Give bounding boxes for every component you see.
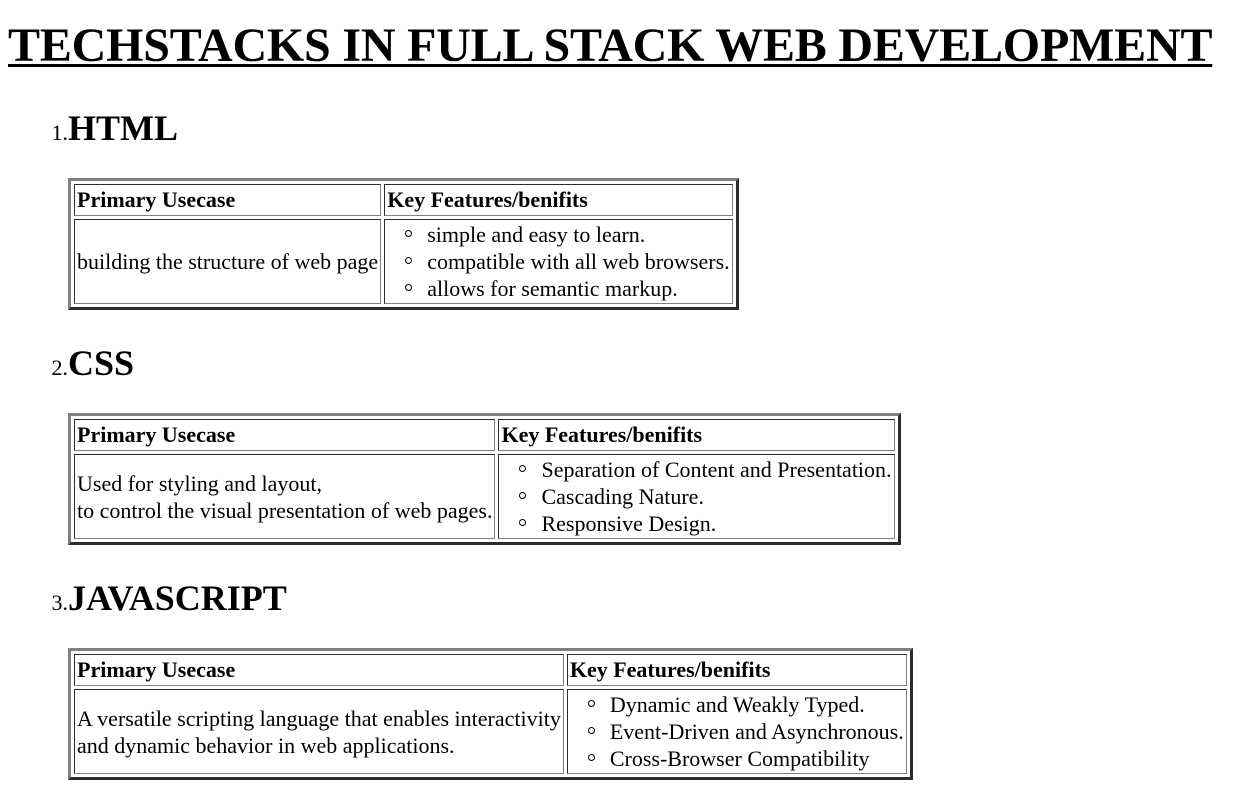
list-item: Cross-Browser Compatibility (587, 745, 904, 772)
circle-bullet-icon (519, 492, 527, 499)
section-heading: 1. HTML (40, 108, 179, 148)
list-item: Separation of Content and Presentation. (519, 456, 892, 483)
feature-text: Event-Driven and Asynchronous. (609, 719, 904, 744)
section-title: JAVASCRIPT (68, 578, 287, 618)
circle-bullet-icon (587, 754, 595, 761)
section-title: CSS (68, 343, 135, 383)
html-table: Primary Usecase Key Features/benifits bu… (68, 178, 739, 310)
list-item: Responsive Design. (519, 510, 891, 537)
circle-bullet-icon (519, 465, 527, 472)
list-number: 3. (51, 590, 69, 615)
list-number: 2. (51, 355, 69, 380)
list-item: Dynamic and Weakly Typed. (587, 691, 904, 718)
table-row: building the structure of web page simpl… (74, 219, 733, 304)
feature-text: Responsive Design. (541, 511, 717, 536)
section-javascript: 3. JAVASCRIPT (40, 580, 287, 616)
list-item: compatible with all web browsers. (405, 248, 730, 275)
header-primary-usecase: Primary Usecase (74, 654, 564, 686)
usecase-line: building the structure of web page (77, 249, 379, 274)
usecase-cell: building the structure of web page (74, 219, 382, 304)
features-list: simple and easy to learn. compatible wit… (387, 221, 730, 302)
circle-bullet-icon (587, 727, 595, 734)
header-key-features: Key Features/benifits (566, 654, 907, 686)
page-title: TECHSTACKS IN FULL STACK WEB DEVELOPMENT (8, 19, 1213, 72)
circle-bullet-icon (587, 700, 595, 707)
circle-bullet-icon (519, 519, 527, 526)
section-heading: 3. JAVASCRIPT (40, 580, 287, 616)
section-html: 1. HTML (40, 108, 179, 148)
feature-text: Dynamic and Weakly Typed. (609, 692, 865, 717)
features-cell: Dynamic and Weakly Typed. Event-Driven a… (566, 689, 907, 774)
feature-text: allows for semantic markup. (427, 276, 678, 301)
circle-bullet-icon (405, 230, 413, 237)
usecase-cell: A versatile scripting language that enab… (74, 689, 564, 774)
usecase-cell: Used for styling and layout, to control … (74, 454, 496, 539)
header-key-features: Key Features/benifits (384, 184, 733, 216)
feature-text: Cascading Nature. (541, 484, 704, 509)
section-heading: 2. CSS (40, 343, 135, 383)
usecase-line: and dynamic behavior in web applications… (77, 732, 455, 758)
header-key-features: Key Features/benifits (498, 419, 895, 451)
feature-text: compatible with all web browsers. (427, 249, 730, 274)
usecase-line: A versatile scripting language that enab… (77, 705, 561, 731)
feature-text: simple and easy to learn. (427, 222, 646, 247)
css-table: Primary Usecase Key Features/benifits Us… (68, 413, 901, 545)
feature-text: Separation of Content and Presentation. (541, 457, 892, 482)
list-item: allows for semantic markup. (405, 275, 729, 302)
list-item: simple and easy to learn. (405, 221, 729, 248)
features-list: Separation of Content and Presentation. … (501, 456, 892, 537)
features-cell: Separation of Content and Presentation. … (498, 454, 895, 539)
section-title: HTML (68, 108, 179, 148)
table-header-row: Primary Usecase Key Features/benifits (74, 654, 907, 686)
table-header-row: Primary Usecase Key Features/benifits (74, 419, 895, 451)
header-primary-usecase: Primary Usecase (74, 184, 382, 216)
header-primary-usecase: Primary Usecase (74, 419, 496, 451)
usecase-line: Used for styling and layout, (77, 470, 323, 496)
javascript-table: Primary Usecase Key Features/benifits A … (68, 648, 913, 780)
features-cell: simple and easy to learn. compatible wit… (384, 219, 733, 304)
table-row: A versatile scripting language that enab… (74, 689, 907, 774)
list-number: 1. (51, 120, 69, 145)
usecase-line: to control the visual presentation of we… (77, 497, 493, 523)
features-list: Dynamic and Weakly Typed. Event-Driven a… (570, 691, 904, 772)
section-css: 2. CSS (40, 343, 135, 383)
table-row: Used for styling and layout, to control … (74, 454, 895, 539)
circle-bullet-icon (405, 284, 413, 291)
list-item: Event-Driven and Asynchronous. (587, 718, 904, 745)
circle-bullet-icon (405, 257, 413, 264)
list-item: Cascading Nature. (519, 483, 891, 510)
feature-text: Cross-Browser Compatibility (609, 746, 870, 771)
table-header-row: Primary Usecase Key Features/benifits (74, 184, 733, 216)
